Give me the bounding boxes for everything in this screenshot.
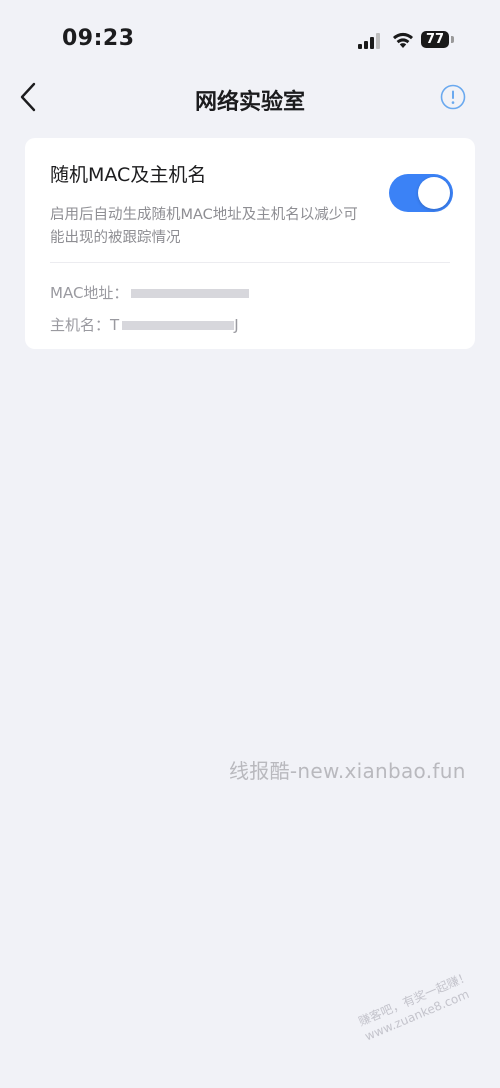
battery-tip	[451, 36, 454, 43]
hostname-label: 主机名：	[50, 316, 111, 334]
nav-bar: 网络实验室	[0, 72, 500, 124]
random-mac-toggle[interactable]	[389, 174, 453, 212]
mac-address-row: MAC地址：	[50, 282, 250, 303]
setting-title: 随机MAC及主机名	[50, 164, 207, 186]
page-title: 网络实验室	[194, 90, 305, 115]
battery-icon: 77	[421, 31, 449, 48]
status-bar: 09:23 77	[0, 0, 500, 80]
wifi-icon	[393, 32, 413, 48]
cellular-signal-icon	[358, 33, 380, 49]
divider	[50, 262, 450, 263]
status-time: 09:23	[62, 26, 135, 51]
setting-description: 启用后自动生成随机MAC地址及主机名以减少可能出现的被跟踪情况	[50, 207, 358, 246]
hostname-redacted	[122, 321, 235, 330]
info-icon[interactable]	[440, 84, 466, 110]
hostname-row: 主机名：T J	[50, 314, 239, 335]
corner-watermark: 赚客吧，有奖一起赚！ www.zuanke8.com	[356, 968, 479, 1044]
hostname-value-prefix: T	[110, 316, 120, 334]
mac-address-label: MAC地址：	[50, 284, 129, 302]
mac-address-redacted	[131, 289, 250, 298]
hostname-value-suffix: J	[234, 316, 239, 334]
watermark-text: 线报酷-new.xianbao.fun	[229, 759, 466, 783]
toggle-knob	[418, 177, 450, 209]
random-mac-card: 随机MAC及主机名 启用后自动生成随机MAC地址及主机名以减少可能出现的被跟踪情…	[25, 138, 475, 349]
